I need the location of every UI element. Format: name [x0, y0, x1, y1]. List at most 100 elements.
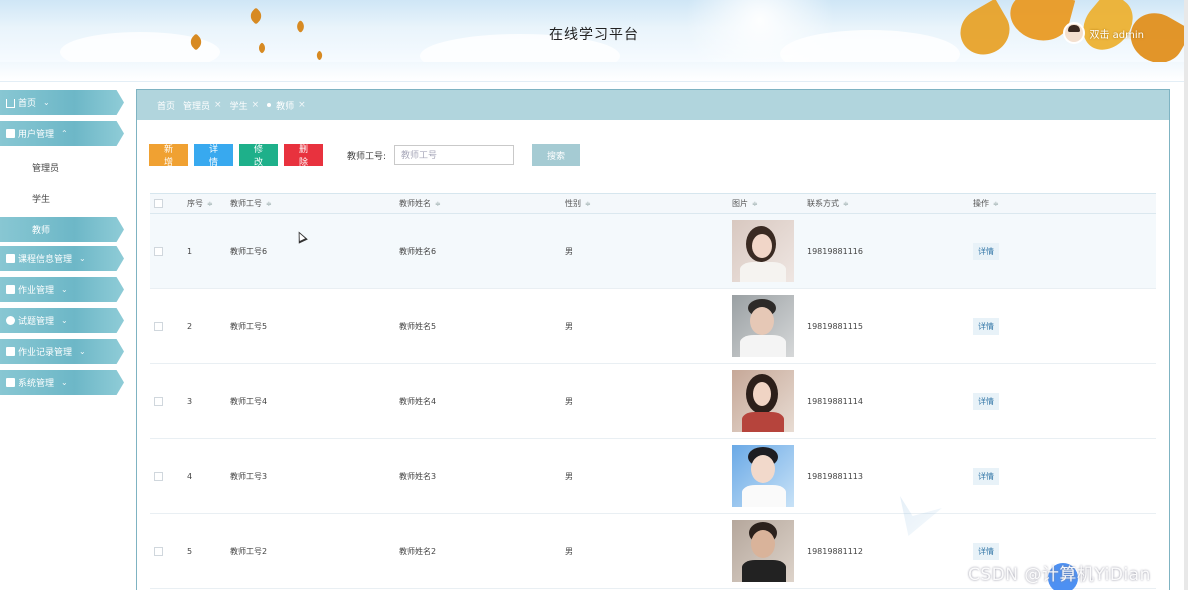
active-dot-icon: [267, 103, 272, 107]
leaf-decoration: [256, 42, 268, 54]
csdn-watermark: CSDN @计算机YiDian: [968, 565, 1151, 585]
cell-sex: 男: [565, 396, 573, 406]
avatar[interactable]: [1063, 22, 1086, 44]
row-detail-button[interactable]: 详情: [973, 542, 999, 560]
close-icon[interactable]: ×: [298, 100, 306, 110]
column-label: 图片: [732, 199, 748, 208]
cell-teacher-name: 教师姓名5: [399, 321, 437, 331]
sort-icon[interactable]: ≑: [993, 200, 999, 208]
teacher-photo[interactable]: [732, 520, 794, 582]
user-area[interactable]: 双击 admin: [1063, 22, 1144, 44]
tab-admin[interactable]: 管理员 ×: [183, 99, 222, 112]
teacher-photo[interactable]: [732, 370, 794, 432]
sort-icon[interactable]: ≑: [207, 200, 213, 208]
cell-contact: 19819881114: [807, 396, 863, 406]
sort-icon[interactable]: ≑: [752, 200, 758, 208]
page-scrollbar[interactable]: [1184, 0, 1188, 590]
sort-icon[interactable]: ≑: [435, 200, 441, 208]
sidebar: 首页 ⌄ 用户管理 ⌃ 管理员 学生 教师 课程信息管理 ⌄ 作业管理 ⌄ 试题…: [0, 90, 128, 401]
folder-icon: [6, 285, 15, 294]
row-checkbox[interactable]: [154, 246, 163, 256]
teacher-photo[interactable]: [732, 295, 794, 357]
sidebar-item-system-management[interactable]: 系统管理 ⌄: [0, 370, 124, 395]
tab-student[interactable]: 学生 ×: [230, 99, 260, 112]
table-row[interactable]: 3 教师工号4 教师姓名4 男 19819881114 详情: [150, 364, 1156, 439]
app-root: 在线学习平台 双击 admin 首页 ⌄ 用户管理 ⌃ 管理员 学生 教师 课程…: [0, 0, 1188, 590]
search-input[interactable]: [394, 145, 515, 165]
tab-teacher[interactable]: 教师 ×: [267, 99, 306, 112]
column-header-teacher-name[interactable]: 教师姓名 ≑: [399, 198, 565, 209]
sidebar-item-homework-management[interactable]: 作业管理 ⌄: [0, 277, 124, 302]
add-button[interactable]: 新增: [149, 144, 188, 167]
column-header-image[interactable]: 图片 ≑: [732, 198, 807, 209]
cell-operation: 详情: [973, 542, 1123, 560]
row-detail-button[interactable]: 详情: [973, 467, 999, 485]
tab-label: 首页: [157, 101, 176, 112]
search-label: 教师工号:: [347, 151, 387, 162]
sidebar-item-label: 作业管理: [18, 286, 55, 296]
toolbar: 新增 详情 修改 删除 教师工号: 搜索: [149, 144, 586, 167]
teacher-photo[interactable]: [732, 445, 794, 507]
cell-image: [732, 370, 807, 432]
user-name[interactable]: 双击 admin: [1089, 26, 1144, 41]
column-header-operation[interactable]: 操作 ≑: [973, 198, 1123, 209]
sidebar-subitem-student[interactable]: 学生: [0, 183, 128, 214]
tab-home[interactable]: 首页: [157, 99, 175, 112]
row-checkbox[interactable]: [154, 471, 163, 481]
search-button[interactable]: 搜索: [532, 144, 581, 166]
sidebar-item-label: 作业记录管理: [18, 348, 73, 358]
row-checkbox[interactable]: [154, 396, 163, 406]
sort-icon[interactable]: ≑: [585, 200, 591, 208]
column-header-sex[interactable]: 性别 ≑: [565, 198, 732, 209]
chevron-down-icon: ⌄: [79, 254, 86, 263]
row-detail-button[interactable]: 详情: [973, 392, 999, 410]
close-icon[interactable]: ×: [214, 100, 222, 110]
column-label: 教师姓名: [399, 199, 431, 208]
sort-icon[interactable]: ≑: [266, 200, 272, 208]
sidebar-item-home[interactable]: 首页 ⌄: [0, 90, 124, 115]
select-all-checkbox[interactable]: [154, 199, 163, 208]
main-panel: 首页 管理员 × 学生 × 教师 × 新增 详情 修改 删除 教师工号: 搜索: [136, 89, 1170, 590]
column-header-teacher-id[interactable]: 教师工号 ≑: [230, 198, 399, 209]
sidebar-item-label: 试题管理: [18, 317, 55, 327]
sidebar-item-label: 系统管理: [18, 379, 55, 389]
row-detail-button[interactable]: 详情: [973, 317, 999, 335]
cell-teacher-id: 教师工号3: [230, 471, 268, 481]
tab-bar: 首页 管理员 × 学生 × 教师 ×: [137, 90, 1169, 120]
square-icon: [6, 347, 15, 356]
edit-button[interactable]: 修改: [239, 144, 278, 167]
table-row[interactable]: 1 教师工号6 教师姓名6 男 19819881116 详情: [150, 214, 1156, 289]
table-row[interactable]: 2 教师工号5 教师姓名5 男 19819881115 详情: [150, 289, 1156, 364]
cell-teacher-name: 教师姓名6: [399, 246, 437, 256]
top-header: 在线学习平台 双击 admin: [0, 0, 1188, 62]
cell-no: 4: [187, 471, 193, 481]
sidebar-item-question-management[interactable]: 试题管理 ⌄: [0, 308, 124, 333]
cell-image: [732, 220, 807, 282]
circle-icon: [6, 316, 15, 325]
row-checkbox[interactable]: [154, 321, 163, 331]
sidebar-item-course-management[interactable]: 课程信息管理 ⌄: [0, 246, 124, 271]
cell-teacher-id: 教师工号6: [230, 246, 268, 256]
sidebar-item-homework-record-management[interactable]: 作业记录管理 ⌄: [0, 339, 124, 364]
column-header-contact[interactable]: 联系方式 ≑: [807, 198, 973, 209]
delete-button[interactable]: 删除: [284, 144, 323, 167]
sidebar-subitem-teacher[interactable]: 教师: [0, 217, 124, 242]
teacher-photo[interactable]: [732, 220, 794, 282]
column-header-no[interactable]: 序号 ≑: [187, 198, 230, 209]
cell-teacher-name: 教师姓名4: [399, 396, 437, 406]
sidebar-item-label: 用户管理: [18, 130, 55, 140]
close-icon[interactable]: ×: [252, 100, 260, 110]
sort-icon[interactable]: ≑: [843, 200, 849, 208]
row-checkbox[interactable]: [154, 546, 163, 556]
sidebar-item-user-management[interactable]: 用户管理 ⌃: [0, 121, 124, 146]
table-row[interactable]: 4 教师工号3 教师姓名3 男 19819881113 详情: [150, 439, 1156, 514]
row-detail-button[interactable]: 详情: [973, 242, 999, 260]
cell-operation: 详情: [973, 242, 1123, 260]
chevron-down-icon: ⌄: [61, 378, 68, 387]
detail-button[interactable]: 详情: [194, 144, 233, 167]
square-icon: [6, 129, 15, 138]
sidebar-subitem-admin[interactable]: 管理员: [0, 152, 128, 183]
column-label: 性别: [565, 199, 581, 208]
cell-sex: 男: [565, 246, 573, 256]
column-label: 序号: [187, 199, 203, 208]
